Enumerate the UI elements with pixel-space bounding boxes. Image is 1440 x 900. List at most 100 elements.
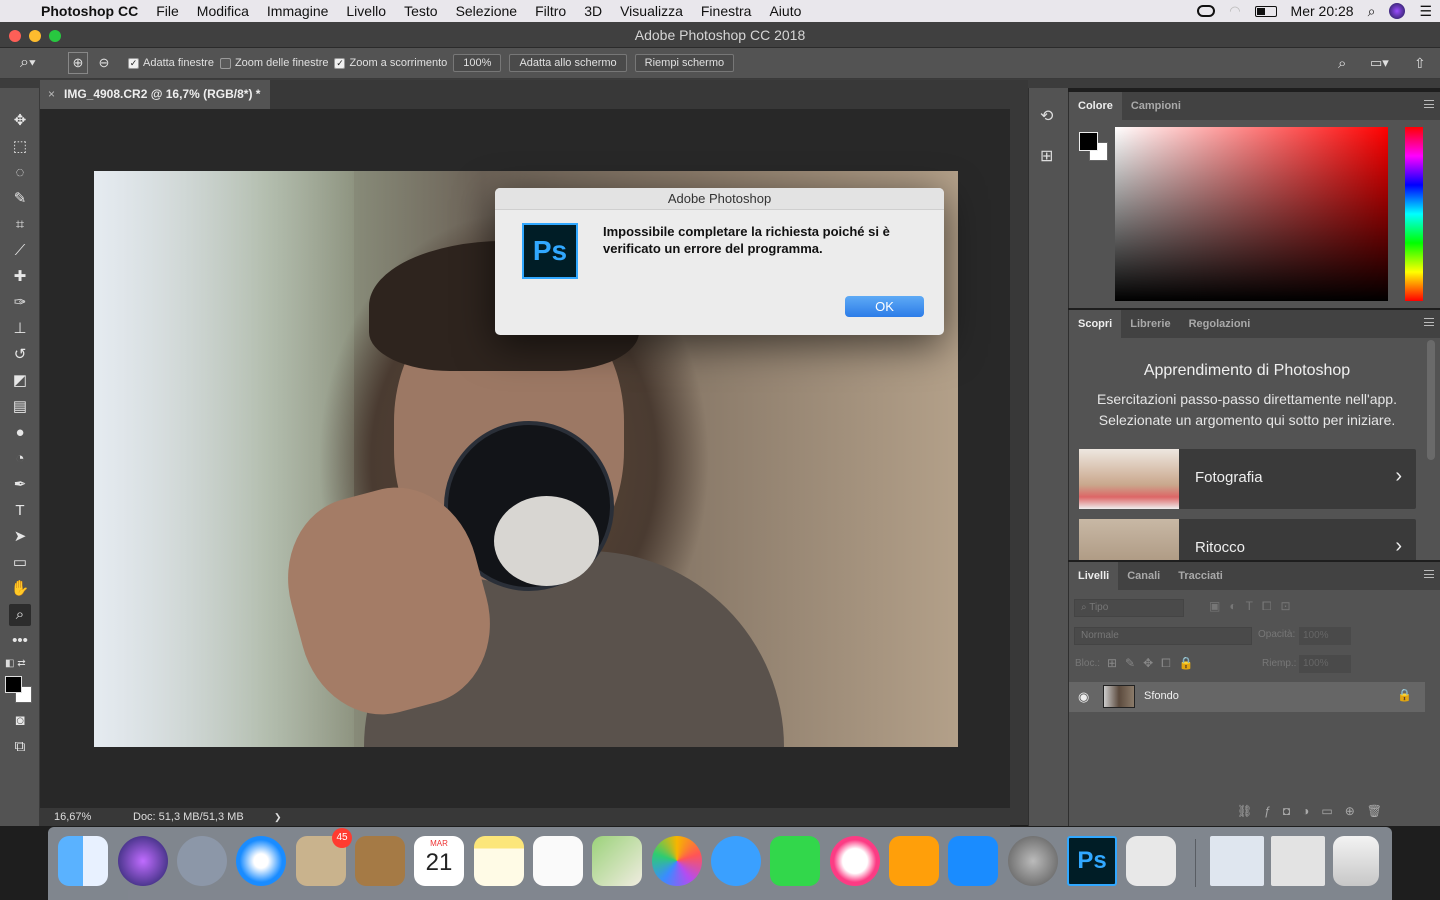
system-preferences-icon[interactable] [1008, 836, 1058, 886]
photos-icon[interactable] [652, 836, 702, 886]
eyedropper-tool-icon[interactable]: ⟋ [9, 240, 31, 262]
tab-tracciati[interactable]: Tracciati [1169, 562, 1232, 590]
zoom-tool-icon[interactable]: ⌕ [9, 604, 31, 626]
menu-file[interactable]: File [147, 0, 188, 22]
history-panel-icon[interactable]: ⟲ [1040, 106, 1053, 126]
creative-cloud-icon[interactable] [1197, 5, 1216, 17]
quick-mask-icon[interactable]: ◙ [9, 710, 31, 732]
itunes-icon[interactable] [830, 836, 880, 886]
tab-regolazioni[interactable]: Regolazioni [1180, 310, 1260, 338]
documents-stack-icon[interactable] [1271, 836, 1325, 886]
battery-icon[interactable] [1254, 5, 1277, 17]
panel-menu-icon[interactable] [1424, 318, 1434, 326]
color-field[interactable] [1115, 127, 1388, 301]
menu-modifica[interactable]: Modifica [188, 0, 258, 22]
notes-icon[interactable] [474, 836, 524, 886]
zoom-out-icon[interactable]: ⊖ [94, 55, 114, 71]
launchpad-icon[interactable] [177, 836, 227, 886]
screen-mode-icon[interactable]: ⧉ [9, 736, 31, 758]
healing-brush-tool-icon[interactable]: ✚ [9, 266, 31, 288]
layer-row-sfondo[interactable]: ◉ Sfondo 🔒 [1069, 682, 1425, 712]
crop-tool-icon[interactable]: ⌗ [9, 214, 31, 236]
reminders-icon[interactable] [533, 836, 583, 886]
notification-center-icon[interactable]: ☰ [1419, 3, 1432, 20]
fill-screen-button[interactable]: Riempi schermo [634, 54, 735, 72]
tab-canali[interactable]: Canali [1118, 562, 1169, 590]
blur-tool-icon[interactable]: ● [9, 422, 31, 444]
status-zoom[interactable]: 16,67% [54, 808, 91, 826]
learn-item-ritocco[interactable]: Ritocco › [1079, 519, 1416, 560]
finder-icon[interactable] [58, 836, 108, 886]
lock-icons[interactable]: ⊞✎✥⧠🔒 [1107, 656, 1202, 671]
type-tool-icon[interactable]: T [9, 500, 31, 522]
fit-screen-button[interactable]: Adatta allo schermo [509, 54, 627, 72]
visibility-eye-icon[interactable]: ◉ [1078, 689, 1089, 705]
adatta-finestre-checkbox[interactable]: ✓ Adatta finestre [128, 57, 214, 69]
quick-selection-tool-icon[interactable]: ✎ [9, 188, 31, 210]
gradient-tool-icon[interactable]: ▤ [9, 396, 31, 418]
foreground-color-swatch[interactable] [5, 676, 22, 693]
more-tools-icon[interactable]: ••• [9, 630, 31, 652]
eraser-tool-icon[interactable]: ◩ [9, 370, 31, 392]
ibooks-icon[interactable] [889, 836, 939, 886]
tab-campioni[interactable]: Campioni [1122, 92, 1190, 120]
panel-foreground-swatch[interactable] [1079, 132, 1098, 151]
menu-selezione[interactable]: Selezione [447, 0, 527, 22]
menu-livello[interactable]: Livello [337, 0, 395, 22]
swap-colors-icon[interactable]: ◧ ⇄ [5, 658, 26, 669]
blend-mode-dropdown[interactable]: Normale [1074, 627, 1252, 645]
siri-icon[interactable] [118, 836, 168, 886]
lasso-tool-icon[interactable]: ◌ [9, 162, 31, 184]
menu-3d[interactable]: 3D [575, 0, 611, 22]
hue-slider[interactable] [1405, 127, 1423, 301]
hand-tool-icon[interactable]: ✋ [9, 578, 31, 600]
maps-icon[interactable] [592, 836, 642, 886]
status-menu-arrow[interactable]: ❯ [274, 808, 282, 826]
menu-filtro[interactable]: Filtro [526, 0, 575, 22]
menu-app-name[interactable]: Photoshop CC [32, 0, 147, 22]
close-document-icon[interactable]: × [48, 80, 55, 109]
tab-scopri[interactable]: Scopri [1069, 310, 1122, 338]
properties-panel-icon[interactable]: ⊞ [1040, 146, 1053, 166]
panel-menu-icon[interactable] [1424, 100, 1434, 108]
zoom-in-icon[interactable]: ⊕ [68, 52, 88, 74]
tab-colore[interactable]: Colore [1069, 92, 1122, 120]
zoom-value-field[interactable]: 100% [453, 54, 502, 72]
contacts-icon[interactable] [355, 836, 405, 886]
spotlight-search-icon[interactable]: ⌕ [1368, 3, 1376, 20]
siri-icon[interactable] [1389, 3, 1406, 19]
messages-icon[interactable] [711, 836, 761, 886]
path-selection-tool-icon[interactable]: ➤ [9, 526, 31, 548]
brush-tool-icon[interactable]: ✑ [9, 292, 31, 314]
rectangle-tool-icon[interactable]: ▭ [9, 552, 31, 574]
zoom-finestre-checkbox[interactable]: Zoom delle finestre [219, 57, 328, 69]
workspace-icon[interactable]: ▭▾ [1370, 55, 1389, 71]
stamp-tool-icon[interactable]: ⊥ [9, 318, 31, 340]
pen-tool-icon[interactable]: ✒ [9, 474, 31, 496]
share-icon[interactable]: ⇧ [1414, 55, 1426, 72]
search-icon[interactable]: ⌕ [1338, 55, 1346, 72]
menu-visualizza[interactable]: Visualizza [611, 0, 692, 22]
layer-filter-dropdown[interactable]: ⌕ Tipo [1074, 599, 1184, 617]
menu-aiuto[interactable]: Aiuto [760, 0, 810, 22]
ok-button[interactable]: OK [845, 296, 924, 317]
layer-filter-icons[interactable]: ▣◐T⧠⊡ [1209, 599, 1300, 614]
downloads-stack-icon[interactable] [1210, 836, 1264, 886]
vertical-scrollbar[interactable] [1010, 109, 1028, 825]
menubar-clock[interactable]: Mer 20:28 [1291, 3, 1354, 19]
fill-field[interactable]: 100% [1299, 655, 1351, 673]
script-editor-icon[interactable] [1126, 836, 1176, 886]
move-tool-icon[interactable]: ✥ [9, 110, 31, 132]
panel-menu-icon[interactable] [1424, 570, 1434, 578]
zoom-tool-preset-icon[interactable]: ⌕▾ [20, 54, 52, 72]
dodge-tool-icon[interactable]: ◔ [9, 448, 31, 470]
photoshop-dock-icon[interactable]: Ps [1067, 836, 1117, 886]
facetime-icon[interactable] [770, 836, 820, 886]
layer-footer-icons[interactable]: ⛓ƒ◘◑▭⊕🗑 [1237, 804, 1394, 818]
menu-immagine[interactable]: Immagine [258, 0, 337, 22]
history-brush-tool-icon[interactable]: ↺ [9, 344, 31, 366]
calendar-icon[interactable]: MAR 21 [414, 836, 464, 886]
safari-icon[interactable] [236, 836, 286, 886]
menu-finestra[interactable]: Finestra [692, 0, 761, 22]
document-tab[interactable]: × IMG_4908.CR2 @ 16,7% (RGB/8*) * [40, 80, 270, 109]
